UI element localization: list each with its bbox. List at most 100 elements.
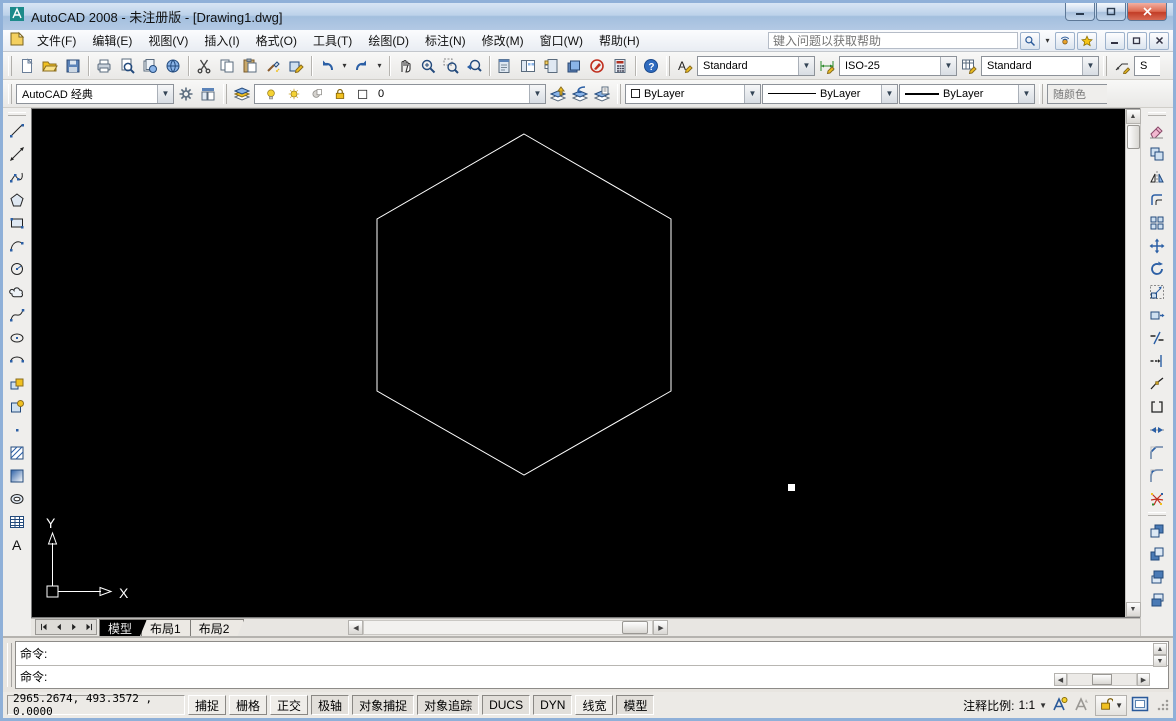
menu-item[interactable]: 视图(V) bbox=[140, 30, 196, 51]
match-properties-icon[interactable] bbox=[262, 55, 284, 77]
command-h-scrollbar[interactable]: ◀ ▶ bbox=[1054, 673, 1150, 686]
scroll-right-icon[interactable]: ▶ bbox=[653, 620, 669, 635]
erase-icon[interactable] bbox=[1145, 119, 1169, 142]
color-combo[interactable]: ByLayer ▼ bbox=[625, 83, 761, 104]
combo-dropdown-icon[interactable]: ▼ bbox=[157, 84, 173, 103]
layer-swatch-icon[interactable] bbox=[352, 83, 374, 105]
canvas-vertical-scrollbar[interactable]: ▲ ▼ bbox=[1125, 109, 1141, 617]
menu-item[interactable]: 修改(M) bbox=[474, 30, 532, 51]
bring-to-front-icon[interactable] bbox=[1145, 519, 1169, 542]
rectangle-icon[interactable] bbox=[5, 211, 29, 234]
tab-model[interactable]: 模型 bbox=[99, 619, 147, 636]
command-window-grip[interactable] bbox=[7, 643, 12, 687]
toolbar-grip[interactable] bbox=[1039, 83, 1043, 104]
revision-cloud-icon[interactable] bbox=[5, 280, 29, 303]
layer-lock-icon[interactable] bbox=[329, 83, 351, 105]
region-icon[interactable] bbox=[5, 487, 29, 510]
open-icon[interactable] bbox=[39, 55, 61, 77]
send-to-back-icon[interactable] bbox=[1145, 542, 1169, 565]
lwt-toggle[interactable]: 线宽 bbox=[575, 695, 614, 715]
chamfer-icon[interactable] bbox=[1145, 441, 1169, 464]
save-icon[interactable] bbox=[62, 55, 84, 77]
toolbar-grip[interactable] bbox=[1148, 512, 1166, 516]
tab-layout1[interactable]: 布局1 bbox=[141, 619, 196, 636]
lineweight-combo[interactable]: ByLayer ▼ bbox=[899, 83, 1035, 104]
dim-style-combo[interactable]: ISO-25 ▼ bbox=[839, 55, 957, 76]
markup-manager-icon[interactable] bbox=[586, 55, 608, 77]
rotate-icon[interactable] bbox=[1145, 257, 1169, 280]
circle-icon[interactable] bbox=[5, 257, 29, 280]
layer-thaw-icon[interactable] bbox=[283, 83, 305, 105]
mdi-close-icon[interactable] bbox=[1149, 31, 1169, 50]
plot-icon[interactable] bbox=[93, 55, 115, 77]
scroll-down-icon[interactable]: ▼ bbox=[1125, 602, 1141, 617]
send-under-icon[interactable] bbox=[1145, 588, 1169, 611]
table-style-icon[interactable] bbox=[958, 55, 980, 77]
toolbar-lock-control[interactable]: ▼ bbox=[1095, 694, 1127, 716]
help-icon[interactable]: ? bbox=[640, 55, 662, 77]
tab-next-icon[interactable] bbox=[66, 620, 81, 634]
construction-line-icon[interactable] bbox=[5, 142, 29, 165]
coordinates-readout[interactable]: 2965.2674, 493.3572 , 0.0000 bbox=[7, 692, 185, 718]
ducs-toggle[interactable]: DUCS bbox=[482, 695, 531, 715]
scrollbar-thumb[interactable] bbox=[622, 621, 649, 634]
command-history-line[interactable]: 命令: bbox=[16, 642, 1168, 666]
restore-button[interactable] bbox=[1096, 3, 1126, 21]
favorites-star-icon[interactable] bbox=[1077, 31, 1097, 50]
zoom-realtime-icon[interactable] bbox=[417, 55, 439, 77]
osnap-toggle[interactable]: 对象捕捉 bbox=[352, 695, 415, 715]
cut-icon[interactable] bbox=[193, 55, 215, 77]
communication-center-icon[interactable] bbox=[1055, 31, 1075, 50]
fillet-icon[interactable] bbox=[1145, 464, 1169, 487]
array-icon[interactable] bbox=[1145, 211, 1169, 234]
copy-object-icon[interactable] bbox=[1145, 142, 1169, 165]
lock-icon[interactable] bbox=[1099, 697, 1114, 714]
make-layer-current-icon[interactable] bbox=[547, 83, 569, 105]
combo-dropdown-icon[interactable]: ▼ bbox=[529, 84, 545, 103]
dim-style-icon[interactable] bbox=[816, 55, 838, 77]
polyline-icon[interactable] bbox=[5, 165, 29, 188]
annotation-autoscale-icon[interactable] bbox=[1073, 696, 1091, 715]
scroll-left-icon[interactable]: ◀ bbox=[1054, 673, 1067, 686]
scroll-up-icon[interactable]: ▲ bbox=[1153, 643, 1167, 655]
scroll-right-icon[interactable]: ▶ bbox=[1137, 673, 1150, 686]
scrollbar-thumb[interactable] bbox=[1092, 674, 1112, 685]
annotation-scale-value[interactable]: 1:1 bbox=[1018, 698, 1035, 712]
redo-drop-icon[interactable]: ▾ bbox=[374, 55, 385, 77]
explode-icon[interactable] bbox=[1145, 487, 1169, 510]
arc-icon[interactable] bbox=[5, 234, 29, 257]
mdi-minimize-icon[interactable] bbox=[1105, 31, 1125, 50]
scroll-up-icon[interactable]: ▲ bbox=[1125, 109, 1141, 124]
tool-palettes-icon[interactable] bbox=[540, 55, 562, 77]
multiline-text-icon[interactable]: A bbox=[5, 533, 29, 556]
polar-toggle[interactable]: 极轴 bbox=[311, 695, 350, 715]
toolbar-grip[interactable] bbox=[666, 55, 670, 76]
annotation-scale-dropdown-icon[interactable]: ▼ bbox=[1039, 701, 1047, 710]
ellipse-arc-icon[interactable] bbox=[5, 349, 29, 372]
scale-icon[interactable] bbox=[1145, 280, 1169, 303]
my-workspace-icon[interactable] bbox=[197, 83, 219, 105]
tab-last-icon[interactable] bbox=[81, 620, 96, 634]
dyn-toggle[interactable]: DYN bbox=[533, 695, 573, 715]
plot-preview-icon[interactable] bbox=[116, 55, 138, 77]
undo-icon[interactable] bbox=[316, 55, 338, 77]
hatch-icon[interactable] bbox=[5, 441, 29, 464]
grid-toggle[interactable]: 栅格 bbox=[229, 695, 268, 715]
help-search-input[interactable] bbox=[768, 32, 1018, 49]
mirror-icon[interactable] bbox=[1145, 165, 1169, 188]
menu-item[interactable]: 格式(O) bbox=[248, 30, 305, 51]
publish-icon[interactable] bbox=[139, 55, 161, 77]
hexagon-polyline[interactable] bbox=[376, 133, 672, 476]
copy-clip-icon[interactable] bbox=[216, 55, 238, 77]
layer-previous-icon[interactable] bbox=[569, 83, 591, 105]
toolbar-grip[interactable] bbox=[1103, 55, 1107, 76]
zoom-previous-icon[interactable] bbox=[463, 55, 485, 77]
qnew-icon[interactable] bbox=[16, 55, 38, 77]
menu-item[interactable]: 插入(I) bbox=[196, 30, 247, 51]
workspace-combo[interactable]: AutoCAD 经典 ▼ bbox=[16, 83, 174, 104]
layer-combo[interactable]: 0 ▼ bbox=[254, 83, 546, 105]
combo-dropdown-icon[interactable]: ▼ bbox=[744, 84, 760, 103]
table-icon[interactable] bbox=[5, 510, 29, 533]
clean-screen-icon[interactable] bbox=[1131, 696, 1149, 715]
redo-icon[interactable] bbox=[351, 55, 373, 77]
